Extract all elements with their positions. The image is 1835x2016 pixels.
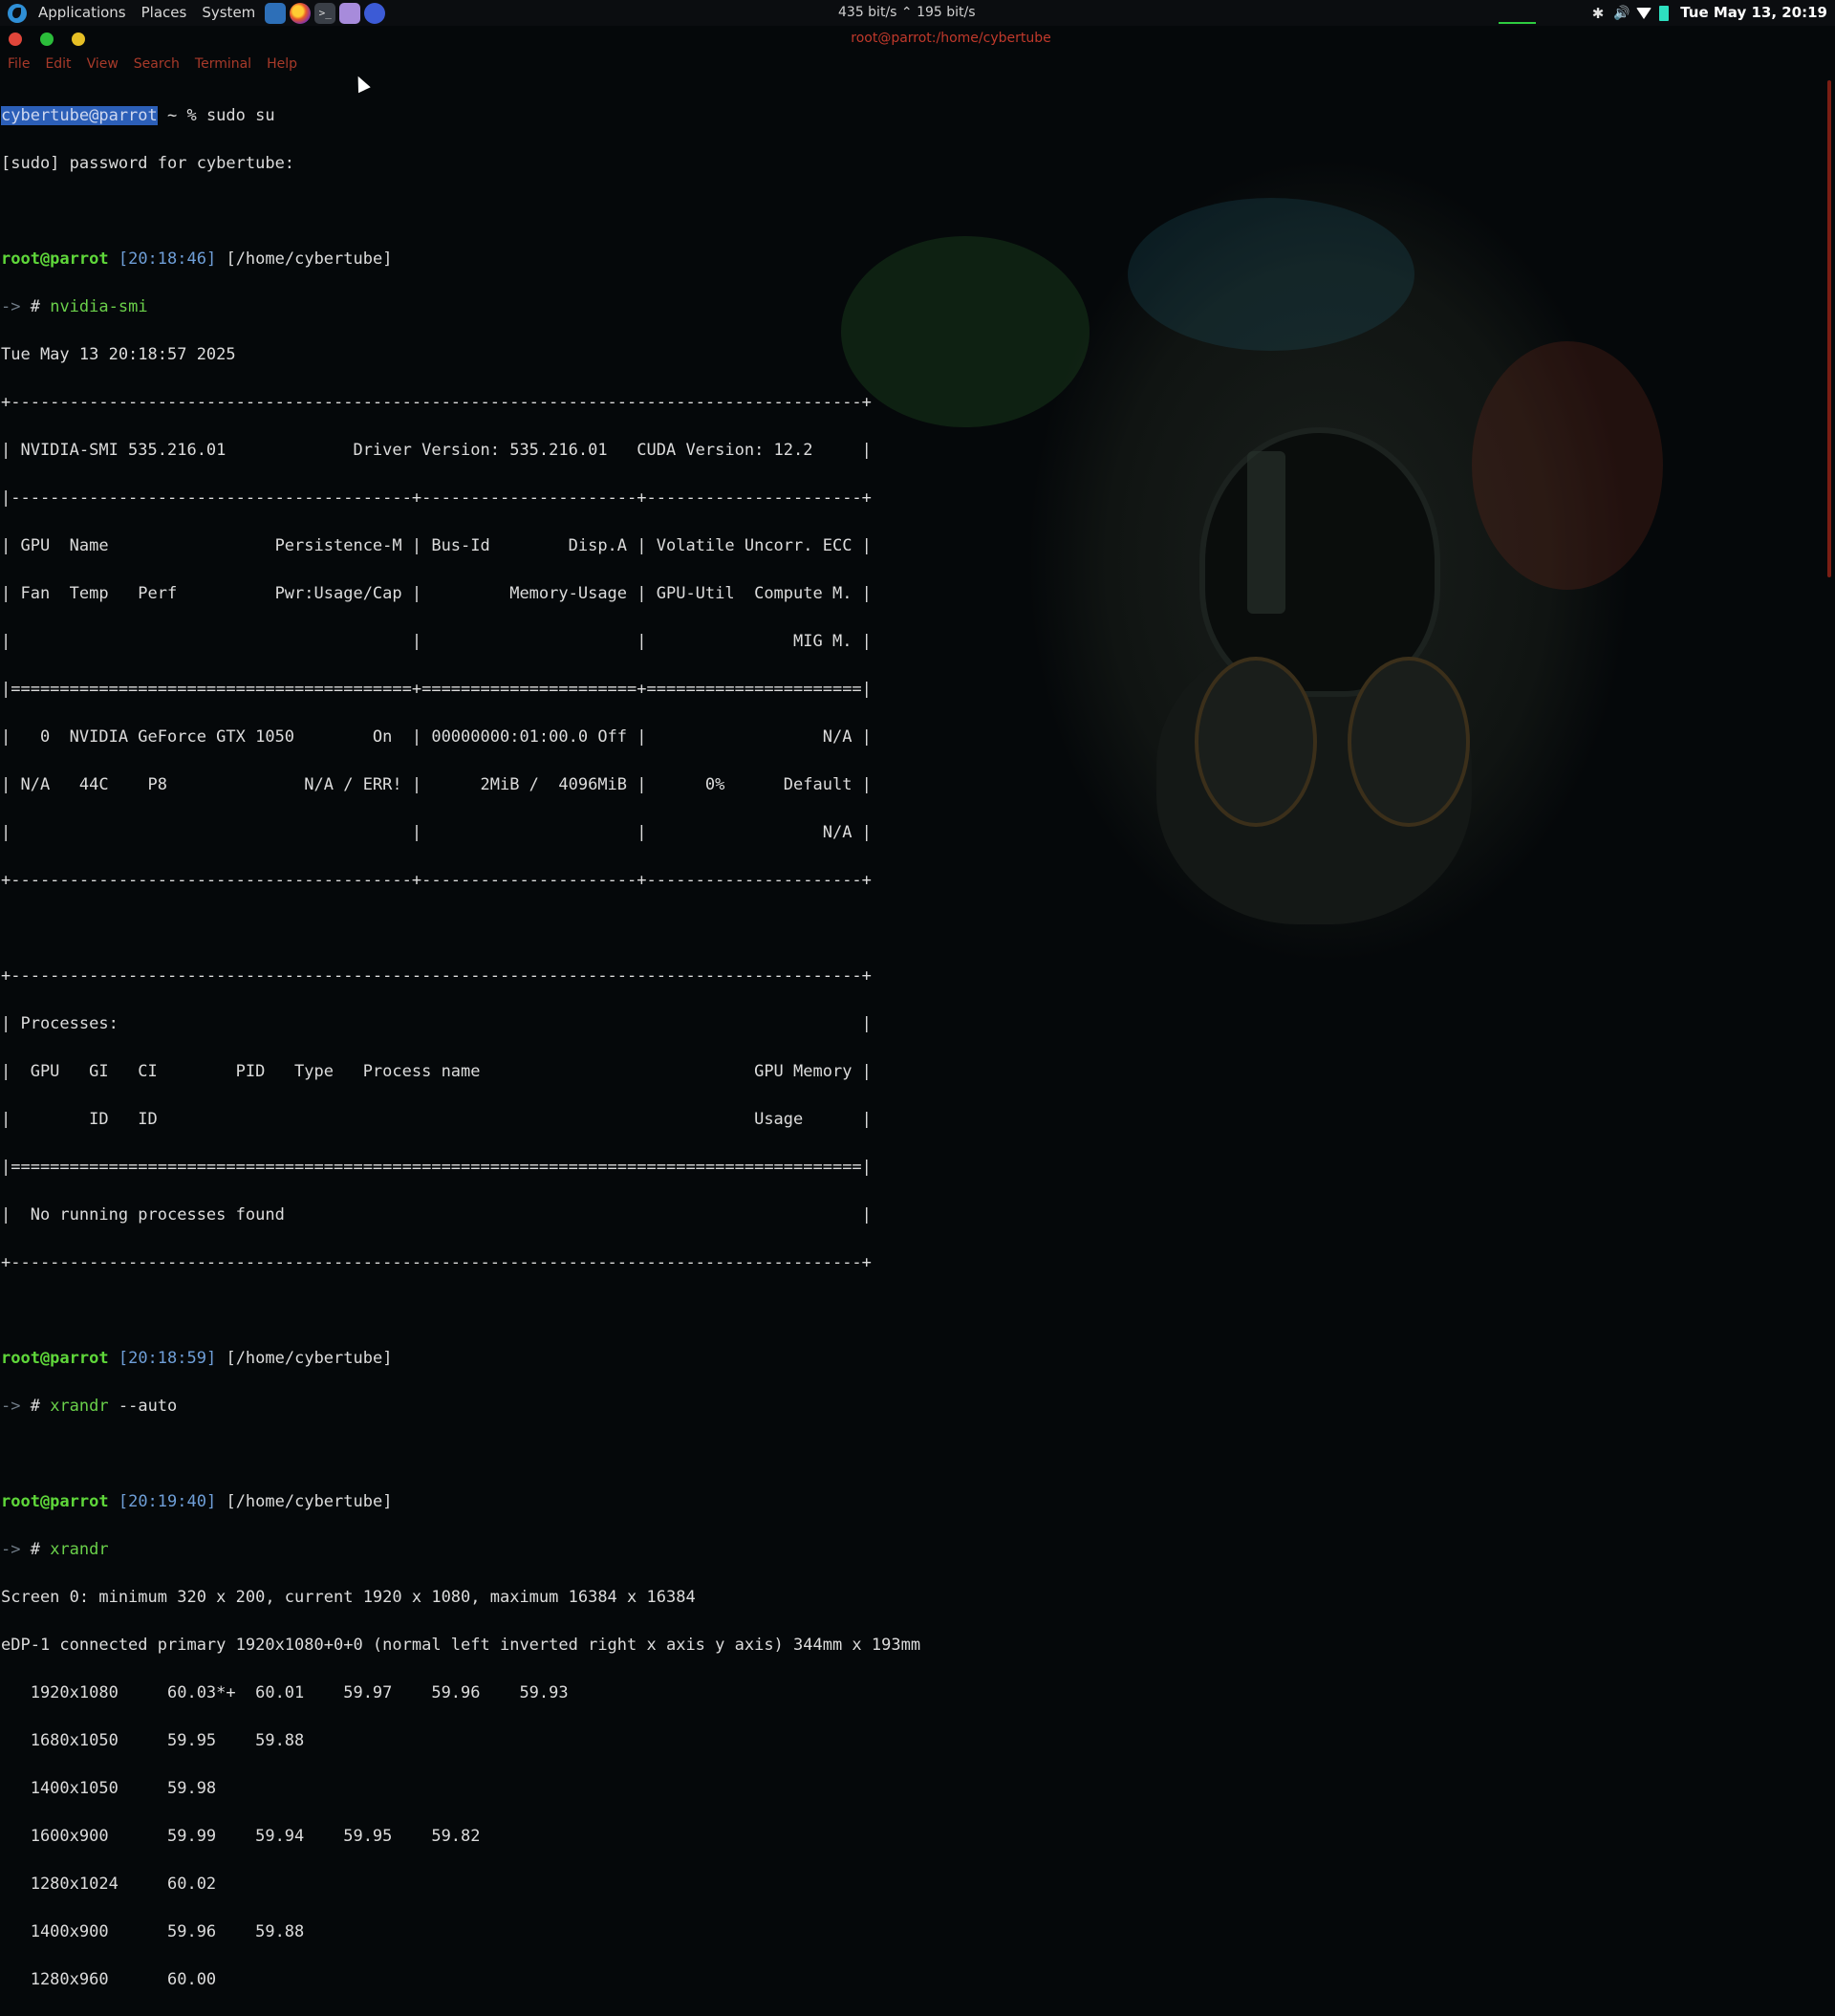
output-line: | Processes: | [1, 1014, 872, 1033]
wifi-icon[interactable] [1636, 7, 1652, 19]
network-monitor: 435 bit/s ⌃ 195 bit/s [838, 5, 976, 20]
terminal-menubar: File Edit View Search Terminal Help [0, 54, 305, 75]
places-menu[interactable]: Places [134, 0, 195, 26]
prompt-hash: # [30, 297, 40, 316]
prompt-time: [20:18:46] [118, 249, 217, 269]
output-line: | | | MIG M. | [1, 632, 872, 651]
prompt-path: [/home/cybertube] [226, 1349, 393, 1368]
output-line: +---------------------------------------… [1, 966, 872, 986]
parrot-logo-icon[interactable] [8, 3, 27, 23]
prompt-time: [20:18:59] [118, 1349, 217, 1368]
prompt-hash: # [30, 1397, 40, 1416]
output-line: | | | N/A | [1, 823, 872, 842]
terminal-output[interactable]: cybertube@parrot ~ % sudo su [sudo] pass… [1, 80, 920, 2016]
bluetooth-icon[interactable]: ✱ [1590, 6, 1606, 21]
prompt-command: -> # xrandr [1, 1538, 920, 1562]
output-line: +---------------------------------------… [1, 871, 872, 890]
output-line: 1400x1050 59.98 [1, 1779, 217, 1798]
output-line: +---------------------------------------… [1, 1253, 872, 1272]
menu-view[interactable]: View [79, 54, 126, 75]
terminal-icon[interactable]: >_ [314, 2, 336, 24]
menu-help[interactable]: Help [259, 54, 305, 75]
applications-menu[interactable]: Applications [31, 0, 134, 26]
volume-icon[interactable]: 🔊 [1613, 6, 1630, 21]
command-args: --auto [108, 1397, 178, 1416]
system-menu[interactable]: System [194, 0, 263, 26]
output-line: eDP-1 connected primary 1920x1080+0+0 (n… [1, 1636, 921, 1655]
prompt-user: root@parrot [1, 1492, 109, 1511]
prompt-time: [20:19:40] [118, 1492, 217, 1511]
mail-icon[interactable] [265, 2, 287, 24]
output-line: 1280x1024 60.02 [1, 1875, 217, 1894]
output-line: 1280x960 60.00 [1, 1970, 217, 1989]
panel-clock[interactable]: Tue May 13, 20:19 [1680, 0, 1827, 26]
menu-terminal[interactable]: Terminal [187, 54, 259, 75]
output-line: | N/A 44C P8 N/A / ERR! | 2MiB / 4096MiB… [1, 775, 872, 794]
visor-reflection [1247, 451, 1285, 614]
menu-edit[interactable]: Edit [37, 54, 78, 75]
output-line: Screen 0: minimum 320 x 200, current 192… [1, 1588, 696, 1607]
command-text: ~ % sudo su [157, 106, 275, 125]
output-line: Tue May 13 20:18:57 2025 [1, 345, 236, 364]
menu-search[interactable]: Search [126, 54, 187, 75]
output-line: [sudo] password for cybertube: [1, 154, 295, 173]
output-line: 1920x1080 60.03*+ 60.01 59.97 59.96 59.9… [1, 1683, 569, 1702]
paint-splash [1128, 198, 1414, 351]
prompt-header: root@parrot [20:18:59] [/home/cybertube] [1, 1347, 920, 1371]
prompt-arrow: -> [1, 1397, 31, 1416]
vscode-icon[interactable] [364, 2, 386, 24]
output-line: | GPU Name Persistence-M | Bus-Id Disp.A… [1, 536, 872, 555]
window-title: root@parrot:/home/cybertube [851, 31, 1051, 46]
output-line: | NVIDIA-SMI 535.216.01 Driver Version: … [1, 441, 872, 460]
prompt-path: [/home/cybertube] [226, 1492, 393, 1511]
output-line: 1400x900 59.96 59.88 [1, 1922, 305, 1941]
output-line: |---------------------------------------… [1, 488, 872, 508]
prompt-header: root@parrot [20:18:46] [/home/cybertube] [1, 248, 920, 271]
command-name: nvidia-smi [39, 297, 148, 316]
command-name: xrandr [39, 1397, 109, 1416]
prompt-user: root@parrot [1, 249, 109, 269]
prompt-arrow: -> [1, 297, 31, 316]
prompt-user-selection: cybertube@parrot [1, 106, 158, 125]
paint-splash [1472, 341, 1663, 590]
output-line: | Fan Temp Perf Pwr:Usage/Cap | Memory-U… [1, 584, 872, 603]
mask-filter-right [1348, 657, 1470, 827]
menu-file[interactable]: File [0, 54, 37, 75]
prompt-header: root@parrot [20:19:40] [/home/cybertube] [1, 1490, 920, 1514]
output-line: | No running processes found | [1, 1205, 872, 1225]
output-line: | GPU GI CI PID Type Process name GPU Me… [1, 1062, 872, 1081]
mask-filter-left [1195, 657, 1317, 827]
terminal-scrollbar[interactable] [1827, 80, 1831, 577]
battery-icon[interactable] [1659, 5, 1669, 21]
output-line: +---------------------------------------… [1, 393, 872, 412]
output-line: |=======================================… [1, 680, 872, 699]
output-line: |=======================================… [1, 1158, 872, 1177]
output-line: | ID ID Usage | [1, 1110, 872, 1129]
command-name: xrandr [39, 1540, 109, 1559]
firefox-icon[interactable] [290, 2, 312, 24]
prompt-line: cybertube@parrot ~ % sudo su [1, 104, 920, 128]
prompt-path: [/home/cybertube] [226, 249, 393, 269]
system-tray: ✱ 🔊 [1590, 0, 1669, 26]
output-line: | 0 NVIDIA GeForce GTX 1050 On | 0000000… [1, 727, 872, 747]
output-line: 1600x900 59.99 59.94 59.95 59.82 [1, 1827, 481, 1846]
text-editor-icon[interactable] [339, 2, 361, 24]
prompt-hash: # [30, 1540, 40, 1559]
output-line: 1680x1050 59.95 59.88 [1, 1731, 305, 1750]
prompt-command: -> # nvidia-smi [1, 295, 920, 319]
cpu-graph [1499, 22, 1536, 24]
prompt-user: root@parrot [1, 1349, 109, 1368]
prompt-command: -> # xrandr --auto [1, 1395, 920, 1419]
prompt-arrow: -> [1, 1540, 31, 1559]
